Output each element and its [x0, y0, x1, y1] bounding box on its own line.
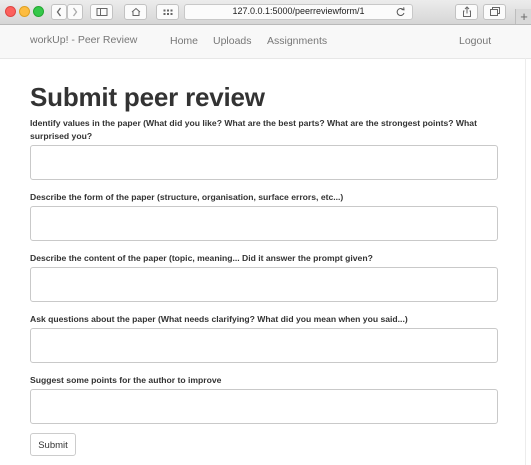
- field-label-questions: Ask questions about the paper (What need…: [30, 314, 408, 324]
- close-window-button[interactable]: [5, 6, 16, 17]
- grid-icon: [163, 9, 172, 15]
- home-button[interactable]: [124, 4, 147, 20]
- back-button[interactable]: [51, 4, 67, 20]
- tabs-icon: [489, 7, 500, 16]
- chevron-right-icon: [72, 7, 78, 17]
- share-button[interactable]: [455, 4, 478, 20]
- field-label-content: Describe the content of the paper (topic…: [30, 253, 373, 263]
- minimize-window-button[interactable]: [19, 6, 30, 17]
- tabs-overview-button[interactable]: [483, 4, 506, 20]
- sidebar-toggle-button[interactable]: [90, 4, 113, 20]
- content-textarea[interactable]: [30, 267, 498, 302]
- brand-link[interactable]: workUp! - Peer Review: [30, 34, 137, 46]
- nav-uploads[interactable]: Uploads: [213, 35, 252, 47]
- address-bar-url: 127.0.0.1:5000/peerreviewform/1: [232, 6, 365, 16]
- nav-home[interactable]: Home: [170, 35, 198, 47]
- forward-button[interactable]: [67, 4, 83, 20]
- page-title: Submit peer review: [30, 82, 265, 112]
- new-tab-button[interactable]: +: [515, 9, 531, 24]
- nav-assignments[interactable]: Assignments: [267, 35, 327, 47]
- questions-textarea[interactable]: [30, 328, 498, 363]
- field-label-improvements: Suggest some points for the author to im…: [30, 375, 222, 385]
- field-label-form: Describe the form of the paper (structur…: [30, 192, 344, 202]
- navbar: workUp! - Peer Review Home Uploads Assig…: [0, 25, 531, 59]
- chevron-left-icon: [56, 7, 62, 17]
- maximize-window-button[interactable]: [33, 6, 44, 17]
- address-bar[interactable]: 127.0.0.1:5000/peerreviewform/1: [184, 4, 413, 20]
- reload-icon[interactable]: [395, 6, 406, 18]
- browser-toolbar: 127.0.0.1:5000/peerreviewform/1 +: [0, 0, 531, 25]
- top-sites-button[interactable]: [156, 4, 179, 20]
- page-edge-divider: [525, 58, 526, 465]
- sidebar-icon: [96, 8, 107, 16]
- nav-logout[interactable]: Logout: [459, 35, 491, 47]
- submit-button[interactable]: Submit: [30, 433, 76, 456]
- share-icon: [462, 6, 471, 17]
- form-textarea[interactable]: [30, 206, 498, 241]
- improvements-textarea[interactable]: [30, 389, 498, 424]
- values-textarea[interactable]: [30, 145, 498, 180]
- home-icon: [131, 7, 140, 16]
- field-label-values: Identify values in the paper (What did y…: [30, 118, 477, 141]
